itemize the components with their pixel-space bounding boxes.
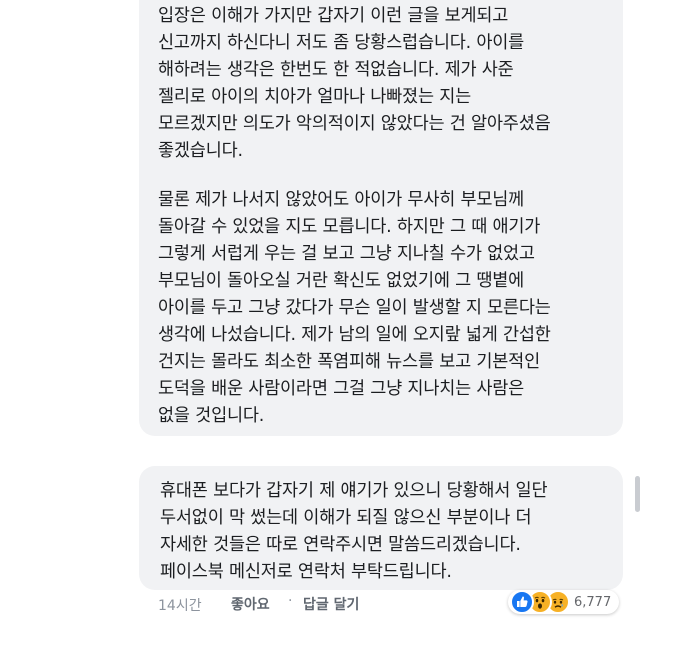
reaction-count: 6,777 (574, 594, 612, 610)
page: 입장은 이해가 가지만 갑자기 이런 글을 보게되고 신고까지 하신다니 저도 … (0, 0, 700, 652)
comment-paragraph-2: 물론 제가 나서지 않았어도 아이가 무사히 부모님께 돌아갈 수 있었을 지도… (158, 190, 551, 426)
comment-bubble-bottom: 휴대폰 보다가 갑자기 제 얘기가 있으니 당황해서 일단 두서없이 막 썼는데… (139, 466, 623, 590)
comment-actions-row: 14시간 좋아요 · 답글 달기 6,777 (139, 590, 623, 620)
like-icon (510, 590, 534, 614)
comment-paragraph-1: 입장은 이해가 가지만 갑자기 이런 글을 보게되고 신고까지 하신다니 저도 … (158, 6, 551, 161)
like-button[interactable]: 좋아요 (231, 594, 270, 614)
reply-button[interactable]: 답글 달기 (303, 594, 359, 614)
separator-dot: · (288, 593, 293, 609)
comment-reply-text: 휴대폰 보다가 갑자기 제 얘기가 있으니 당황해서 일단 두서없이 막 썼는데… (160, 481, 548, 582)
reactions-summary[interactable]: 6,777 (508, 590, 620, 614)
comment-bubble-top: 입장은 이해가 가지만 갑자기 이런 글을 보게되고 신고까지 하신다니 저도 … (139, 0, 623, 436)
scrollbar-thumb[interactable] (635, 476, 640, 512)
comment-timestamp[interactable]: 14시간 (158, 595, 202, 615)
